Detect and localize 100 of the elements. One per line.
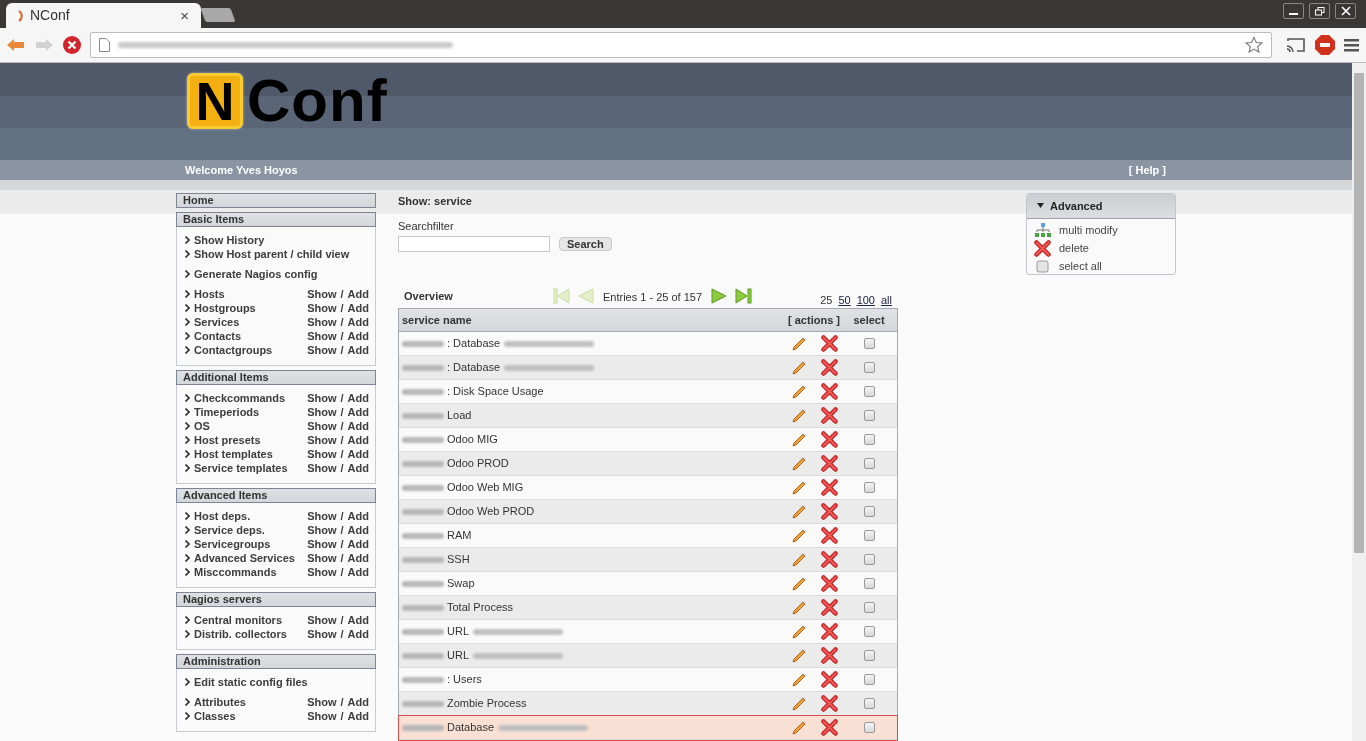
pencil-icon[interactable]: [790, 359, 807, 376]
search-field[interactable]: [398, 236, 550, 252]
service-name[interactable]: URL: [447, 623, 469, 640]
hierarchy-icon[interactable]: [1034, 221, 1051, 239]
action-link[interactable]: delete: [1059, 239, 1089, 257]
checkbox[interactable]: [863, 626, 875, 637]
checkbox[interactable]: [863, 434, 875, 445]
service-name[interactable]: URL: [447, 647, 469, 664]
service-name[interactable]: Database: [447, 719, 495, 736]
checkbox[interactable]: [863, 482, 875, 493]
minimize-button[interactable]: [1283, 3, 1304, 19]
delete-icon[interactable]: [820, 455, 838, 472]
scrollbar[interactable]: [1352, 63, 1366, 741]
checkbox[interactable]: [863, 386, 875, 397]
checkbox[interactable]: [863, 722, 875, 733]
checkbox[interactable]: [863, 650, 875, 661]
checkbox[interactable]: [863, 338, 875, 349]
search-button[interactable]: Search: [559, 237, 612, 251]
delete-icon[interactable]: [820, 575, 838, 592]
checkbox[interactable]: [863, 410, 875, 421]
service-name[interactable]: SSH: [447, 551, 470, 568]
checkbox[interactable]: [1034, 257, 1051, 275]
delete-icon[interactable]: [820, 719, 838, 736]
browser-tab[interactable]: NConf ×: [6, 3, 201, 28]
pencil-icon[interactable]: [790, 527, 807, 544]
section-header[interactable]: Advanced Items: [176, 488, 376, 503]
checkbox[interactable]: [863, 698, 875, 709]
pencil-icon[interactable]: [790, 671, 807, 688]
address-bar[interactable]: [90, 32, 1272, 58]
menu-link[interactable]: Edit static config files: [194, 673, 369, 691]
section-header[interactable]: Additional Items: [176, 370, 376, 385]
delete-icon[interactable]: [820, 359, 838, 376]
pencil-icon[interactable]: [790, 431, 807, 448]
delete-icon[interactable]: [820, 407, 838, 424]
pencil-icon[interactable]: [790, 455, 807, 472]
close-icon[interactable]: [1335, 3, 1356, 19]
delete-icon[interactable]: [820, 503, 838, 520]
delete-icon[interactable]: [820, 335, 838, 352]
delete-icon[interactable]: [820, 599, 838, 616]
checkbox[interactable]: [863, 602, 875, 613]
action-link[interactable]: select all: [1059, 257, 1102, 275]
pencil-icon[interactable]: [790, 407, 807, 424]
page-size-link[interactable]: 50: [838, 291, 851, 308]
checkbox[interactable]: [863, 578, 875, 589]
page-size-link[interactable]: all: [881, 291, 892, 308]
page-size-link[interactable]: 100: [856, 291, 875, 308]
delete-icon[interactable]: [820, 431, 838, 448]
new-tab-button[interactable]: [200, 8, 236, 22]
pencil-icon[interactable]: [790, 383, 807, 400]
delete-icon[interactable]: [820, 527, 838, 544]
adblock-icon[interactable]: [1314, 34, 1336, 56]
service-name[interactable]: Odoo MIG: [447, 431, 498, 448]
delete-icon[interactable]: [820, 623, 838, 640]
section-header[interactable]: Nagios servers: [176, 592, 376, 607]
checkbox[interactable]: [863, 362, 875, 373]
checkbox[interactable]: [863, 674, 875, 685]
delete-icon[interactable]: [820, 479, 838, 496]
service-name[interactable]: RAM: [447, 527, 472, 544]
close-tab-button[interactable]: ×: [180, 8, 189, 23]
delete-icon[interactable]: [820, 551, 838, 568]
service-name[interactable]: Total Process: [447, 599, 514, 616]
checkbox[interactable]: [863, 506, 875, 517]
checkbox[interactable]: [863, 554, 875, 565]
back-icon[interactable]: [6, 37, 26, 53]
service-name[interactable]: : Disk Space Usage: [447, 383, 544, 400]
pencil-icon[interactable]: [790, 503, 807, 520]
pencil-icon[interactable]: [790, 719, 807, 736]
delete-icon[interactable]: [820, 671, 838, 688]
checkbox[interactable]: [863, 530, 875, 541]
service-name[interactable]: Odoo Web PROD: [447, 503, 535, 520]
section-header[interactable]: Basic Items: [176, 212, 376, 227]
next-page-icon[interactable]: [710, 287, 729, 305]
pencil-icon[interactable]: [790, 599, 807, 616]
delete-icon[interactable]: [820, 383, 838, 400]
delete-icon[interactable]: [1034, 239, 1051, 257]
pencil-icon[interactable]: [790, 623, 807, 640]
service-name[interactable]: Swap: [447, 575, 475, 592]
pencil-icon[interactable]: [790, 647, 807, 664]
star-icon[interactable]: [1245, 36, 1263, 54]
menu-icon[interactable]: [1344, 38, 1360, 52]
service-name[interactable]: : Users: [447, 671, 482, 688]
pencil-icon[interactable]: [790, 551, 807, 568]
service-name[interactable]: Load: [447, 407, 472, 424]
delete-icon[interactable]: [820, 647, 838, 664]
service-name[interactable]: Zombie Process: [447, 695, 527, 712]
service-name[interactable]: Odoo Web MIG: [447, 479, 524, 496]
last-page-icon[interactable]: [734, 287, 753, 305]
cast-icon[interactable]: [1286, 37, 1306, 53]
menu-link[interactable]: Generate Nagios config: [194, 265, 369, 283]
service-name[interactable]: : Database: [447, 335, 501, 352]
section-header[interactable]: Home: [176, 193, 376, 208]
checkbox[interactable]: [863, 458, 875, 469]
panel-header[interactable]: Advanced: [1027, 194, 1175, 219]
service-name[interactable]: : Database: [447, 359, 501, 376]
service-name[interactable]: Odoo PROD: [447, 455, 509, 472]
section-header[interactable]: Administration: [176, 654, 376, 669]
restore-button[interactable]: [1309, 3, 1330, 19]
pencil-icon[interactable]: [790, 479, 807, 496]
page-size-link[interactable]: 25: [820, 291, 833, 308]
pencil-icon[interactable]: [790, 335, 807, 352]
